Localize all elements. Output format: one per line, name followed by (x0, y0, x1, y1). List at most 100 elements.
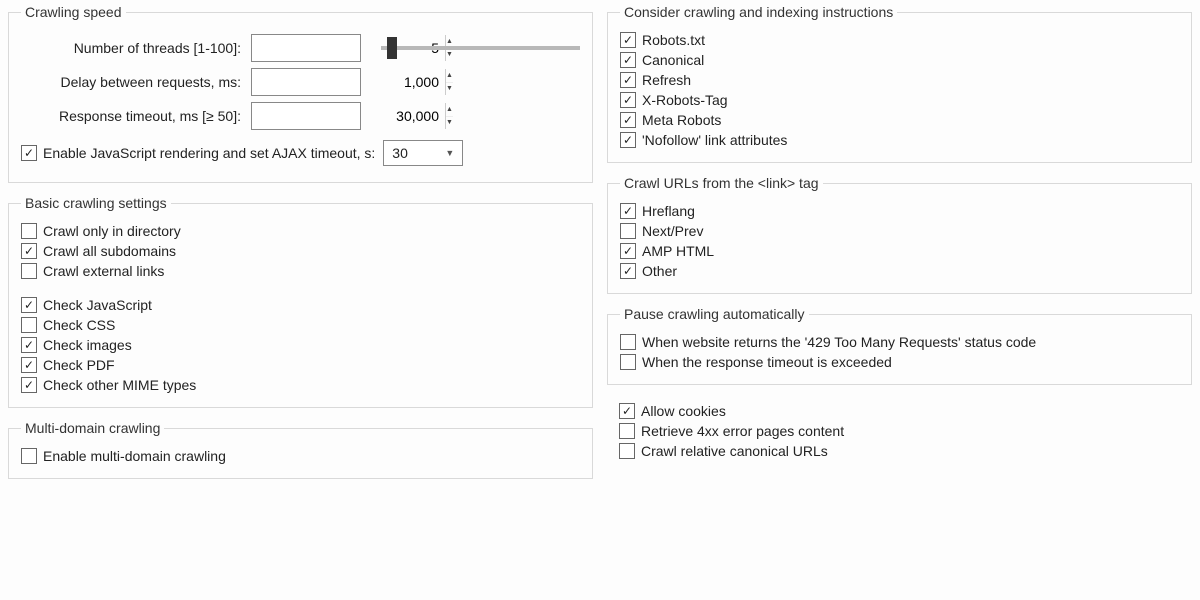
checkbox-row: Check images (21, 337, 580, 353)
checkbox[interactable] (21, 223, 37, 239)
checkbox-label: Crawl only in directory (43, 223, 181, 239)
checkbox-label: Allow cookies (641, 403, 726, 419)
checkbox-label: AMP HTML (642, 243, 714, 259)
checkbox-row: When website returns the '429 Too Many R… (620, 334, 1179, 350)
checkbox-row: Crawl only in directory (21, 223, 580, 239)
consider-list: Robots.txt Canonical Refresh X-Robots-Tag Me… (620, 32, 1179, 148)
checkbox-row: Meta Robots (620, 112, 1179, 128)
checkbox-label: When website returns the '429 Too Many R… (642, 334, 1036, 350)
loose-list: Allow cookies Retrieve 4xx error pages co… (619, 403, 1180, 459)
checkbox[interactable] (620, 354, 636, 370)
checkbox-label: Crawl relative canonical URLs (641, 443, 828, 459)
checkbox[interactable] (21, 377, 37, 393)
js-render-checkbox[interactable] (21, 145, 37, 161)
threads-label: Number of threads [1-100]: (21, 40, 251, 56)
checkbox[interactable] (620, 203, 636, 219)
checkbox-label: 'Nofollow' link attributes (642, 132, 787, 148)
checkbox[interactable] (619, 423, 635, 439)
linktag-list: Hreflang Next/Prev AMP HTML Other (620, 203, 1179, 279)
right-column: Consider crawling and indexing instructi… (607, 4, 1192, 596)
checkbox[interactable] (620, 52, 636, 68)
checkbox-label: Check JavaScript (43, 297, 152, 313)
timeout-label: Response timeout, ms [≥ 50]: (21, 108, 251, 124)
loose-checks: Allow cookies Retrieve 4xx error pages co… (607, 397, 1192, 469)
checkbox-row: Next/Prev (620, 223, 1179, 239)
basic-settings-group: Basic crawling settings Crawl only in di… (8, 195, 593, 408)
checkbox[interactable] (620, 132, 636, 148)
checkbox-row: Check other MIME types (21, 377, 580, 393)
checkbox-row: 'Nofollow' link attributes (620, 132, 1179, 148)
crawling-speed-legend: Crawling speed (21, 4, 126, 20)
checkbox[interactable] (620, 223, 636, 239)
checkbox-label: Crawl external links (43, 263, 164, 279)
timeout-spin-up[interactable]: ▲ (446, 103, 453, 117)
checkbox-label: Robots.txt (642, 32, 705, 48)
checkbox[interactable] (620, 112, 636, 128)
checkbox[interactable] (620, 92, 636, 108)
checkbox[interactable] (619, 403, 635, 419)
basic-list-b: Check JavaScript Check CSS Check images Che… (21, 297, 580, 393)
checkbox-row: When the response timeout is exceeded (620, 354, 1179, 370)
checkbox[interactable] (21, 243, 37, 259)
checkbox-row: AMP HTML (620, 243, 1179, 259)
delay-input[interactable] (252, 69, 445, 95)
checkbox-label: Crawl all subdomains (43, 243, 176, 259)
basic-list-a: Crawl only in directory Crawl all subdoma… (21, 223, 580, 279)
checkbox-row: Crawl all subdomains (21, 243, 580, 259)
checkbox[interactable] (619, 443, 635, 459)
pause-legend: Pause crawling automatically (620, 306, 809, 322)
checkbox-label: X-Robots-Tag (642, 92, 728, 108)
checkbox-row: Crawl relative canonical URLs (619, 443, 1180, 459)
multi-domain-group: Multi-domain crawling Enable multi-domai… (8, 420, 593, 479)
checkbox[interactable] (620, 263, 636, 279)
delay-spinbox[interactable]: ▲ ▼ (251, 68, 361, 96)
checkbox-row: Hreflang (620, 203, 1179, 219)
checkbox-row: Check PDF (21, 357, 580, 373)
crawling-speed-group: Crawling speed Number of threads [1-100]… (8, 4, 593, 183)
left-column: Crawling speed Number of threads [1-100]… (8, 4, 593, 596)
checkbox[interactable] (620, 72, 636, 88)
checkbox-label: Check images (43, 337, 132, 353)
checkbox[interactable] (620, 334, 636, 350)
pause-list: When website returns the '429 Too Many R… (620, 334, 1179, 370)
checkbox[interactable] (620, 243, 636, 259)
delay-spin-up[interactable]: ▲ (446, 69, 453, 83)
checkbox-row: Retrieve 4xx error pages content (619, 423, 1180, 439)
threads-slider[interactable] (381, 38, 580, 58)
linktag-group: Crawl URLs from the <link> tag Hreflang N… (607, 175, 1192, 294)
threads-spinbox[interactable]: ▲ ▼ (251, 34, 361, 62)
checkbox[interactable] (21, 317, 37, 333)
checkbox-row: Other (620, 263, 1179, 279)
delay-spin-down[interactable]: ▼ (446, 83, 453, 96)
js-render-label: Enable JavaScript rendering and set AJAX… (43, 145, 375, 161)
checkbox-label: Other (642, 263, 677, 279)
pause-group: Pause crawling automatically When websit… (607, 306, 1192, 385)
timeout-input[interactable] (252, 103, 445, 129)
checkbox-row: Check JavaScript (21, 297, 580, 313)
checkbox-label: Refresh (642, 72, 691, 88)
multi-domain-checkbox[interactable] (21, 448, 37, 464)
js-render-dropdown[interactable]: 30 ▼ (383, 140, 463, 166)
checkbox-label: Check PDF (43, 357, 115, 373)
basic-settings-legend: Basic crawling settings (21, 195, 171, 211)
checkbox-row: Robots.txt (620, 32, 1179, 48)
linktag-legend: Crawl URLs from the <link> tag (620, 175, 823, 191)
slider-track (381, 46, 580, 50)
consider-legend: Consider crawling and indexing instructi… (620, 4, 897, 20)
timeout-spinbox[interactable]: ▲ ▼ (251, 102, 361, 130)
checkbox[interactable] (21, 297, 37, 313)
checkbox-row: Crawl external links (21, 263, 580, 279)
chevron-down-icon: ▼ (445, 148, 454, 158)
checkbox-label: Canonical (642, 52, 704, 68)
checkbox[interactable] (21, 263, 37, 279)
checkbox-row: Check CSS (21, 317, 580, 333)
checkbox[interactable] (620, 32, 636, 48)
checkbox[interactable] (21, 357, 37, 373)
checkbox-row: Refresh (620, 72, 1179, 88)
checkbox[interactable] (21, 337, 37, 353)
delay-label: Delay between requests, ms: (21, 74, 251, 90)
timeout-spin-down[interactable]: ▼ (446, 117, 453, 130)
slider-thumb[interactable] (387, 37, 397, 59)
checkbox-label: When the response timeout is exceeded (642, 354, 892, 370)
checkbox-label: Meta Robots (642, 112, 721, 128)
